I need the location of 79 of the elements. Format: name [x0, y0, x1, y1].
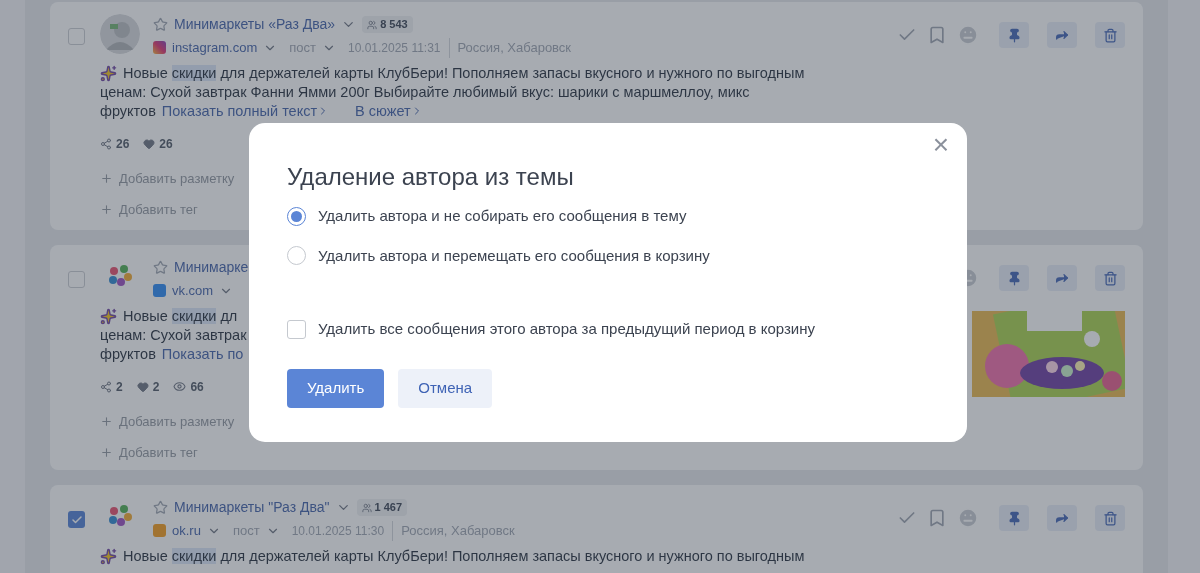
add-link[interactable]: Добавить тег: [119, 443, 198, 463]
stat-count: 26: [116, 135, 130, 153]
share-icon: [100, 380, 112, 393]
instagram-icon: [153, 41, 166, 55]
plus-icon: [100, 171, 113, 185]
post-text: Новые скидки для держателей карты КлубБери! Пополняем запасы вкусного и нужного по выгодным: [123, 63, 805, 83]
close-button[interactable]: ×: [930, 131, 951, 159]
author-name[interactable]: Минимарке: [174, 257, 249, 278]
source-link[interactable]: instagram.com: [172, 38, 258, 58]
sparkle-icon: [100, 64, 117, 82]
post-text: ценам: Сухой завтрак: [100, 325, 247, 345]
stat-count: 2: [152, 378, 160, 396]
vk-icon: [153, 284, 166, 298]
bookmark-icon[interactable]: [927, 508, 947, 528]
ok-icon: [153, 524, 166, 538]
text-link[interactable]: В сюжет: [355, 101, 423, 121]
trash-icon: [1102, 270, 1118, 286]
checkbox[interactable]: [68, 28, 85, 45]
author-name[interactable]: Минимаркеты "Раз Два": [174, 497, 330, 518]
face-icon[interactable]: [957, 24, 979, 46]
post-text: Новые скидки дл: [123, 306, 238, 326]
star-icon[interactable]: [153, 17, 168, 32]
trash-icon: [1102, 27, 1118, 43]
add-link[interactable]: Добавить разметку: [119, 168, 235, 188]
cancel-button[interactable]: Отмена: [398, 368, 493, 408]
pin-button[interactable]: [999, 22, 1029, 48]
pin-icon: [1006, 270, 1022, 286]
share-button[interactable]: [1047, 22, 1077, 48]
plus-icon: [100, 203, 113, 217]
share-button[interactable]: [1047, 265, 1077, 291]
share-icon: [100, 137, 112, 150]
eye-icon: [173, 380, 187, 393]
followers-count: 8 543: [380, 17, 408, 33]
text-link[interactable]: Показать по: [161, 344, 244, 364]
pin-button[interactable]: [999, 505, 1029, 531]
source-link[interactable]: vk.com: [172, 281, 214, 301]
text-link[interactable]: Показать полный текст: [161, 101, 330, 121]
checkbox[interactable]: [287, 319, 306, 339]
pin-icon: [1006, 510, 1022, 526]
checkbox-label[interactable]: Удалить все сообщения этого автора за предыдущий период в корзину: [318, 318, 815, 341]
checkbox[interactable]: [68, 271, 85, 288]
source-link[interactable]: ok.ru: [172, 521, 201, 541]
delete-button[interactable]: [1095, 505, 1125, 531]
delete-button[interactable]: Удалить: [287, 368, 385, 408]
avatar-icon: [100, 14, 140, 54]
radio-label[interactable]: Удалить автора и не собирать его сообщения в тему: [318, 205, 687, 228]
delete-button[interactable]: [1095, 22, 1125, 48]
radio-label[interactable]: Удалить автора и перемещать его сообщения в корзину: [318, 244, 710, 267]
bookmark-icon[interactable]: [927, 25, 947, 45]
plus-icon: [100, 446, 113, 460]
plus-icon: [100, 414, 113, 428]
delete-button[interactable]: [1095, 265, 1125, 291]
add-link[interactable]: Добавить разметку: [119, 411, 235, 431]
followers-count: 1 467: [374, 500, 403, 516]
people-icon: [361, 502, 372, 513]
stat-count: 2: [116, 378, 123, 396]
add-link[interactable]: Добавить тег: [119, 200, 198, 220]
share-button[interactable]: [1047, 505, 1077, 531]
trash-icon: [1102, 510, 1118, 526]
pin-button[interactable]: [999, 265, 1029, 291]
face-icon[interactable]: [957, 507, 979, 529]
dialog-title: Удаление автора из темы: [287, 163, 575, 191]
heart-icon: [136, 380, 149, 393]
post-text: ценам: Сухой завтрак Фанни Ямми 200г Выбирайте любимый вкус: шарики с маршмеллоу, микс: [100, 82, 750, 102]
people-icon: [367, 19, 378, 30]
sparkle-icon: [100, 307, 117, 325]
star-icon[interactable]: [153, 500, 168, 515]
check-icon: [70, 513, 83, 526]
star-icon[interactable]: [153, 260, 168, 275]
post-text: фруктов: [100, 101, 156, 121]
checkbox[interactable]: [68, 511, 85, 528]
post-text: фруктов: [100, 344, 156, 364]
stat-count: 66: [190, 378, 204, 396]
post-text: Новые скидки для держателей карты КлубБери! Пополняем запасы вкусного и нужного по выгодным: [123, 546, 805, 566]
sparkle-icon: [100, 547, 117, 565]
pin-icon: [1006, 27, 1022, 43]
author-name[interactable]: Минимаркеты «Раз Два»: [174, 14, 336, 35]
heart-icon: [143, 137, 156, 150]
stat-count: 26: [159, 135, 173, 153]
